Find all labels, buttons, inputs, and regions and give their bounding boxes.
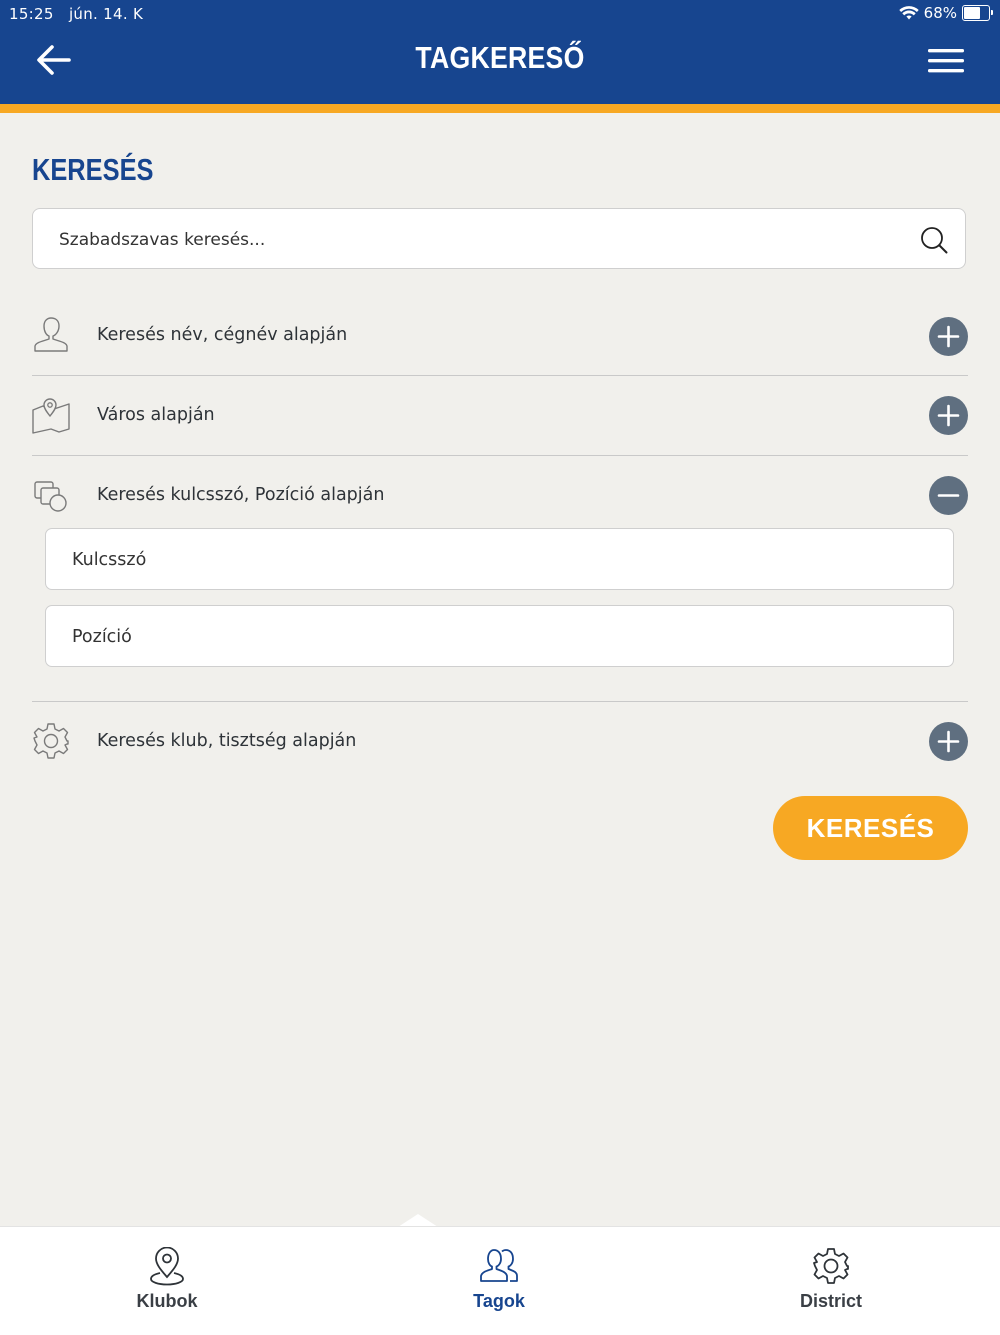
- arrow-left-icon: [37, 45, 71, 75]
- search-submit-button[interactable]: KERESÉS: [773, 796, 968, 860]
- battery-percent: 68%: [923, 4, 957, 22]
- tab-members[interactable]: Tagok: [399, 1227, 599, 1335]
- map-pin-icon: [32, 398, 70, 434]
- filter-label-city: Város alapján: [97, 405, 215, 425]
- menu-button[interactable]: [928, 46, 964, 76]
- bottom-tab-bar: Klubok Tagok District: [0, 1226, 1000, 1335]
- position-input[interactable]: [70, 606, 934, 668]
- search-input[interactable]: [57, 209, 911, 270]
- filter-label-club: Keresés klub, tisztség alapján: [97, 731, 357, 751]
- back-button[interactable]: [34, 42, 74, 78]
- tab-district[interactable]: District: [731, 1227, 931, 1335]
- wifi-icon: [898, 5, 919, 19]
- location-pin-icon: [150, 1247, 184, 1286]
- plus-icon: [937, 404, 960, 427]
- search-icon[interactable]: [919, 225, 949, 255]
- plus-icon: [937, 730, 960, 753]
- status-time: 15:25 jún. 14. K: [9, 5, 144, 23]
- filter-label-keyword: Keresés kulcsszó, Pozíció alapján: [97, 485, 385, 505]
- filter-row-keyword[interactable]: Keresés kulcsszó, Pozíció alapján: [32, 456, 968, 534]
- hamburger-menu-icon: [928, 49, 964, 73]
- tab-clubs[interactable]: Klubok: [67, 1227, 267, 1335]
- filter-row-name[interactable]: Keresés név, cégnév alapján: [32, 297, 968, 375]
- keyword-field-wrapper: [45, 528, 954, 591]
- collapse-button-keyword[interactable]: [929, 476, 968, 515]
- gear-icon: [813, 1248, 849, 1284]
- expand-button-club[interactable]: [929, 722, 968, 761]
- gear-icon: [33, 723, 69, 759]
- shapes-icon: [34, 481, 67, 512]
- tab-label-members: Tagok: [473, 1291, 525, 1311]
- section-title: KERESÉS: [32, 152, 154, 187]
- status-indicators: 68%: [898, 4, 993, 22]
- plus-icon: [937, 325, 960, 348]
- expand-button-name[interactable]: [929, 317, 968, 356]
- page-title: TAGKERESŐ: [415, 40, 585, 75]
- filter-row-city[interactable]: Város alapján: [32, 376, 968, 454]
- app-header: 15:25 jún. 14. K 68% TAGKERESŐ: [0, 0, 1000, 104]
- people-icon: [480, 1249, 518, 1282]
- filter-label-name: Keresés név, cégnév alapján: [97, 325, 348, 345]
- minus-icon: [937, 494, 960, 497]
- expand-button-city[interactable]: [929, 396, 968, 435]
- search-box: [32, 208, 966, 270]
- keyword-input[interactable]: [70, 529, 934, 591]
- header-accent-stripe: [0, 104, 1000, 113]
- battery-icon: [962, 5, 993, 21]
- tab-label-clubs: Klubok: [136, 1291, 198, 1311]
- position-field-wrapper: [45, 605, 954, 668]
- filter-row-club[interactable]: Keresés klub, tisztség alapján: [32, 702, 968, 780]
- person-icon: [34, 317, 68, 352]
- tab-label-district: District: [799, 1291, 862, 1311]
